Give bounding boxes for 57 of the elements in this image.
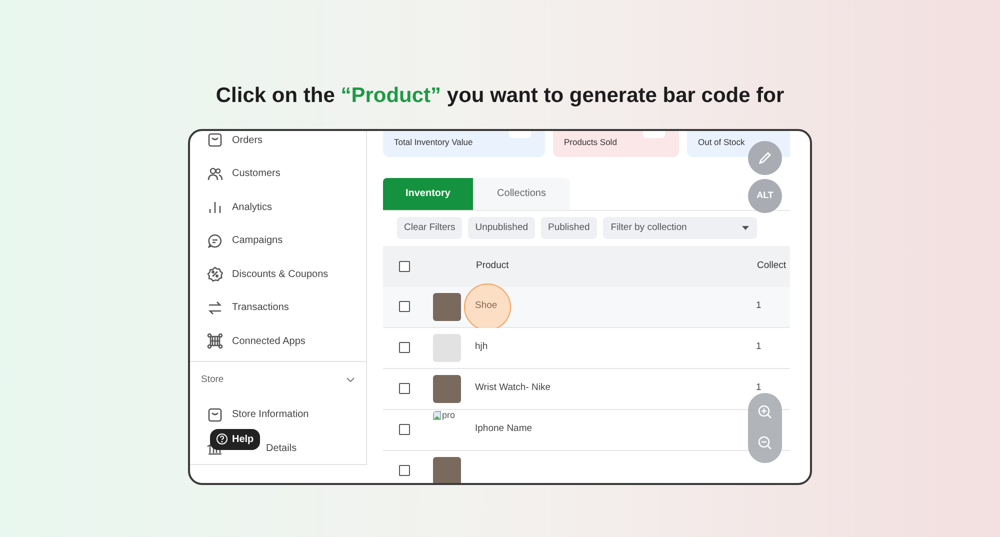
broken-image-icon — [433, 410, 441, 420]
people-icon — [207, 166, 223, 182]
tab[interactable]: Inventory — [383, 178, 473, 210]
collection-count: 1 — [756, 299, 762, 314]
column-header: Collect — [757, 258, 786, 273]
product-name[interactable]: hjh — [475, 340, 488, 355]
stat-label: Out of Stock — [698, 136, 745, 149]
pencil-icon — [757, 150, 773, 166]
sidebar-item[interactable]: Store Information — [232, 407, 309, 422]
product-name[interactable]: Shoe — [475, 299, 498, 314]
chevron-icon[interactable] — [346, 377, 355, 383]
photo-placeholder — [433, 374, 461, 402]
bag-icon — [207, 406, 223, 423]
chat-icon — [207, 232, 223, 249]
sidebar-item[interactable]: Orders — [232, 132, 263, 148]
filter-chip[interactable]: Clear Filters — [397, 217, 462, 239]
sidebar-item[interactable]: Discounts & Coupons — [232, 266, 328, 282]
help-button[interactable]: Help — [210, 428, 260, 450]
collection-count: 1 — [756, 381, 762, 396]
sidebar-item[interactable]: Customers — [232, 166, 280, 182]
discount-icon — [207, 266, 223, 282]
sidebar-item[interactable]: Details — [266, 440, 297, 456]
product-name[interactable]: Iphone Name — [475, 422, 532, 437]
section-label[interactable]: Store — [201, 372, 224, 388]
swap-arrows-icon — [207, 300, 223, 316]
sidebar-item[interactable]: Transactions — [232, 300, 289, 316]
checkbox[interactable] — [399, 260, 410, 272]
collection-count: 1 — [756, 340, 762, 354]
dropdown-caret-icon — [742, 226, 749, 230]
sidebar-item[interactable]: Campaigns — [232, 233, 283, 248]
tab[interactable]: Collections — [473, 178, 570, 210]
checkbox[interactable] — [399, 424, 410, 435]
checkbox[interactable] — [399, 383, 410, 394]
bar-chart-icon — [207, 199, 223, 216]
table-row[interactable]: Shoe 1 — [383, 286, 790, 328]
column-header: Product — [476, 258, 510, 273]
image-alt-text: pro — [442, 410, 456, 420]
heading: Click on the “Product” you want to generate bar code for — [216, 83, 784, 109]
filter-chip[interactable]: Unpublished — [468, 217, 536, 239]
sidebar-item[interactable]: Analytics — [232, 200, 272, 215]
checkbox[interactable] — [399, 465, 410, 476]
table-row[interactable]: hjh 1 — [383, 328, 790, 368]
sidebar-item[interactable]: Connected Apps — [232, 334, 306, 349]
stat-label: Products Sold — [564, 136, 617, 149]
checkbox[interactable] — [399, 301, 410, 312]
help-icon — [216, 433, 228, 445]
checkbox[interactable] — [399, 342, 410, 353]
filter-chip[interactable]: Published — [541, 217, 597, 239]
product-name[interactable]: Wrist Watch- Nike — [475, 381, 550, 396]
stat-label: Total Inventory Value — [394, 136, 473, 149]
network-icon — [207, 333, 223, 350]
image-placeholder — [433, 334, 461, 362]
table-row[interactable]: Wrist Watch- Nike 1 — [383, 368, 790, 410]
photo-placeholder — [433, 292, 461, 320]
bag-icon — [207, 132, 223, 148]
photo-placeholder — [433, 456, 461, 482]
collection-dropdown[interactable]: Filter by collection — [602, 217, 757, 239]
